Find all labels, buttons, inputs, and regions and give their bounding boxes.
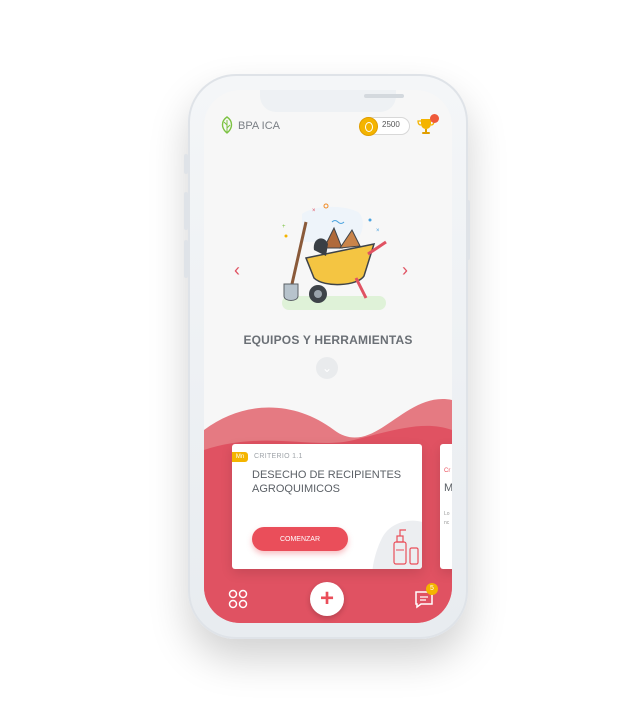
sprayer-icon: [372, 520, 422, 569]
speaker: [364, 94, 404, 98]
coin-icon: [359, 117, 378, 136]
next-card-title: M: [444, 482, 452, 494]
card-title: DESECHO DE RECIPIENTES AGROQUIMICOS: [252, 469, 402, 495]
notification-dot: [430, 114, 439, 123]
phone-notch: [260, 90, 404, 112]
criterion-card[interactable]: Mn CRITERIO 1.1 DESECHO DE RECIPIENTES A…: [232, 444, 422, 569]
app-header: BPA ICA 2500: [204, 114, 452, 138]
coin-value: 2500: [382, 120, 400, 129]
next-arrow[interactable]: ›: [402, 260, 408, 281]
next-card-label: Cr: [444, 468, 451, 474]
start-button[interactable]: COMENZAR: [252, 527, 348, 551]
phone-side-button: [184, 240, 188, 278]
phone-side-button: [184, 192, 188, 230]
app-screen: BPA ICA 2500 × × + ‹ › EQUIPOS Y HERRAMI…: [204, 90, 452, 623]
leaf-logo-icon: [221, 116, 233, 134]
expand-button[interactable]: ⌄: [316, 357, 338, 379]
phone-side-button: [184, 154, 188, 174]
svg-text:×: ×: [376, 228, 380, 234]
apps-grid-icon[interactable]: [228, 589, 248, 609]
criterion-number: CRITERIO 1.1: [254, 453, 303, 460]
next-card-text: Lo nc: [444, 511, 450, 526]
svg-text:×: ×: [312, 208, 316, 214]
messages-badge: 5: [426, 583, 438, 595]
phone-side-button: [466, 200, 470, 260]
next-criterion-card[interactable]: Cr M Lo nc: [440, 444, 452, 569]
add-button[interactable]: +: [310, 582, 344, 616]
coin-balance[interactable]: 2500: [359, 117, 410, 136]
brand-name: BPA ICA: [238, 120, 280, 132]
tools-illustration: × × +: [282, 203, 387, 310]
svg-text:+: +: [282, 224, 286, 230]
category-title: EQUIPOS Y HERRAMIENTAS: [243, 333, 413, 347]
card-badge: Mn: [232, 452, 248, 462]
prev-arrow[interactable]: ‹: [234, 260, 240, 281]
